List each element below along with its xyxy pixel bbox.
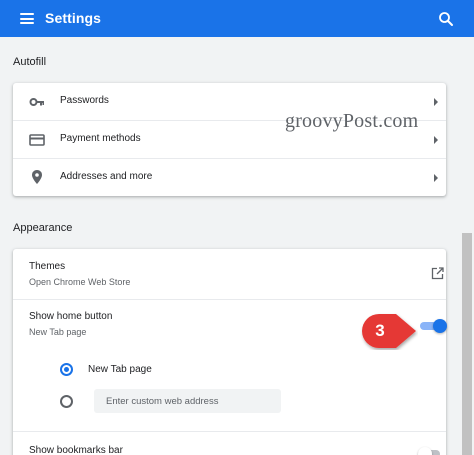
radio-new-tab-label: New Tab page bbox=[88, 364, 152, 375]
radio-custom-address[interactable] bbox=[60, 395, 73, 408]
credit-card-icon bbox=[29, 134, 45, 146]
page-title: Settings bbox=[45, 10, 102, 26]
passwords-label: Passwords bbox=[60, 95, 109, 106]
bookmarks-bar-row[interactable]: Show bookmarks bar bbox=[13, 432, 446, 455]
autofill-section-title: Autofill bbox=[13, 56, 47, 68]
hamburger-menu-icon[interactable] bbox=[20, 13, 34, 24]
bookmarks-bar-toggle[interactable] bbox=[418, 447, 444, 455]
chevron-right-icon bbox=[434, 136, 438, 144]
annotation-badge-number: 3 bbox=[375, 321, 385, 340]
appearance-section-title: Appearance bbox=[13, 222, 73, 234]
settings-content: Autofill Passwords Payment methods Addre… bbox=[0, 37, 474, 455]
autofill-card: Passwords Payment methods Addresses and … bbox=[13, 83, 446, 196]
chevron-right-icon bbox=[434, 174, 438, 182]
scrollbar-thumb[interactable] bbox=[462, 233, 472, 455]
themes-row[interactable]: Themes Open Chrome Web Store bbox=[13, 249, 446, 299]
addresses-row[interactable]: Addresses and more bbox=[13, 159, 446, 196]
appearance-card: Themes Open Chrome Web Store Show home b… bbox=[13, 249, 446, 455]
addresses-label: Addresses and more bbox=[60, 171, 153, 182]
app-header: Settings bbox=[0, 0, 474, 37]
toggle-knob bbox=[433, 319, 447, 333]
location-pin-icon bbox=[32, 170, 42, 184]
open-in-new-icon[interactable] bbox=[431, 267, 444, 280]
home-button-title: Show home button bbox=[29, 311, 113, 322]
themes-title: Themes bbox=[29, 261, 66, 272]
home-button-toggle[interactable] bbox=[420, 319, 447, 333]
scrollbar[interactable] bbox=[460, 233, 474, 455]
toggle-knob bbox=[418, 447, 432, 455]
bookmarks-bar-title: Show bookmarks bar bbox=[29, 445, 123, 455]
key-icon bbox=[29, 98, 44, 106]
search-icon[interactable] bbox=[438, 11, 454, 27]
themes-subtitle: Open Chrome Web Store bbox=[29, 277, 131, 287]
chevron-right-icon bbox=[434, 98, 438, 106]
custom-web-address-input[interactable] bbox=[94, 389, 281, 413]
watermark: groovyPost.com bbox=[285, 110, 419, 132]
payment-methods-label: Payment methods bbox=[60, 133, 141, 144]
home-button-subtitle: New Tab page bbox=[29, 327, 87, 337]
radio-new-tab-page[interactable] bbox=[60, 363, 73, 376]
